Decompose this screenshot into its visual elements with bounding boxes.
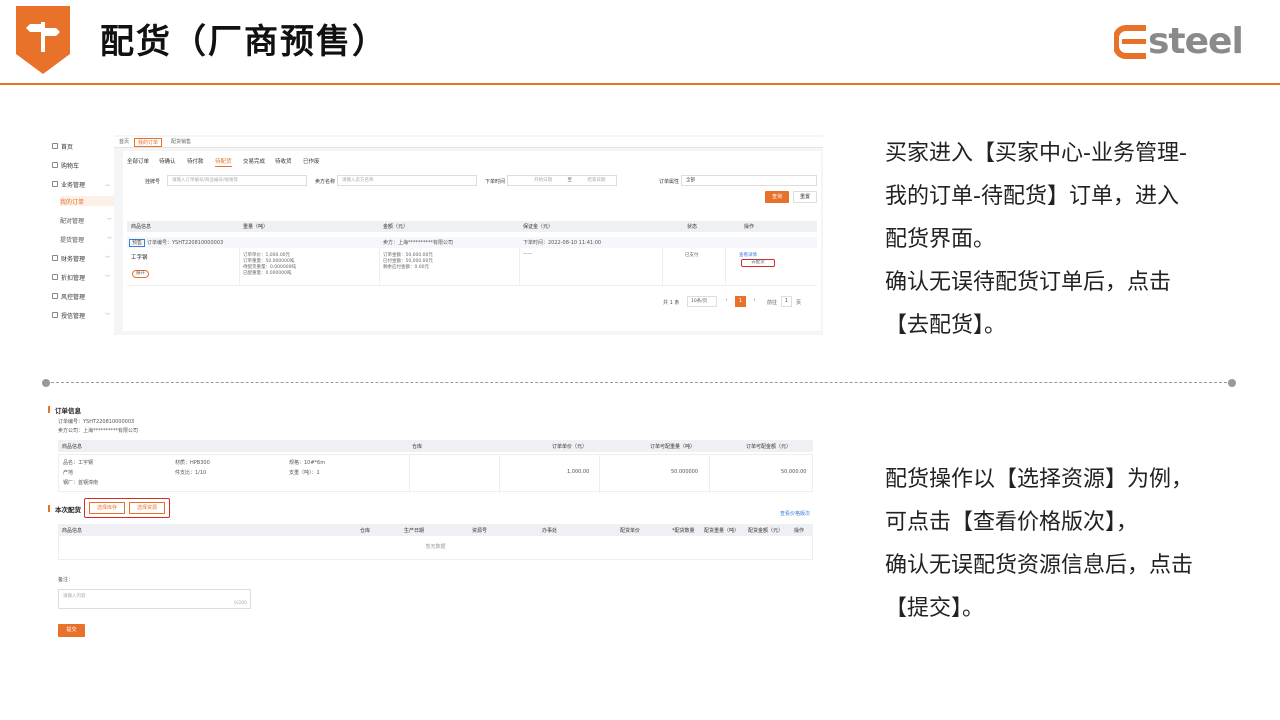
screenshot-allocation: 订单信息 订单编号：YSHT220810000003 卖方公司：上海******… — [48, 396, 818, 644]
page-1-button[interactable]: 1 — [735, 296, 746, 307]
description-2: 配货操作以【选择资源】为例， 可点击【查看价格版次】， 确认无误配货资源信息后，… — [885, 467, 1194, 621]
credit-icon — [52, 312, 58, 318]
sidebar-item-my-orders[interactable]: 我的订单 — [60, 196, 114, 206]
sidebar-item-finance[interactable]: 财务管理 ﹀ — [52, 253, 112, 263]
deposit-value: —— — [523, 252, 532, 257]
separator-dot-left — [42, 379, 50, 387]
note-label: 备注： — [58, 577, 74, 583]
note-counter: 0/200 — [234, 601, 247, 606]
seller-company: 卖方公司：上海**********有限公司 — [58, 428, 139, 434]
product-table-header: 商品信息 仓库 订单单价（元） 订单可配重量（吨） 订单可配金额（元） — [58, 440, 813, 452]
date-range-input[interactable]: 开始日期 至 结束日期 — [507, 175, 617, 186]
allocation-title: 本次配货 — [48, 504, 81, 514]
status-value: 已支付 — [685, 253, 699, 258]
page-tabs: 首页 我的订单 配货销售 — [114, 137, 823, 148]
chevron-down-icon: ﹀ — [104, 274, 110, 281]
chevron-down-icon: ﹀ — [106, 236, 112, 243]
sidebar-item-pairing[interactable]: 配对管理 ﹀ — [60, 215, 114, 225]
seller-input[interactable]: 请输入卖方名称 — [337, 175, 477, 186]
chevron-up-icon: ︿ — [104, 181, 110, 188]
select-stock-button[interactable]: 选择库存 — [89, 502, 125, 514]
allocation-table-header: 商品信息 仓库 生产日期 资源号 办事处 配货单价 *配货数量 配货重量（吨） … — [58, 524, 813, 536]
page-size-select[interactable]: 10条/页 — [687, 296, 717, 307]
tab-allocation[interactable]: 配货销售 — [168, 138, 194, 147]
product-name: 工字钢 — [131, 255, 148, 261]
sidebar-item-cart[interactable]: 购物车 — [52, 160, 112, 170]
empty-state: 暂无数据 — [58, 536, 813, 560]
separator-dot-right — [1228, 379, 1236, 387]
sidebar-item-home[interactable]: 首页 — [52, 141, 112, 151]
select-buttons-highlight: 选择库存 选择资源 — [84, 498, 170, 518]
view-details-link[interactable]: 查看详情 — [739, 252, 757, 258]
go-allocate-link[interactable]: 去配货 — [741, 259, 775, 267]
sidebar-item-business[interactable]: 业务管理 ︿ — [52, 179, 112, 189]
order-info-title: 订单信息 — [48, 405, 81, 415]
dashed-separator — [46, 382, 1232, 383]
goto-page-input[interactable]: 1 — [781, 296, 792, 307]
description-1: 买家进入【买家中心-业务管理- 我的订单-待配货】订单，进入 配货界面。 确认无… — [885, 141, 1187, 338]
listing-no-label: 挂牌号 — [145, 179, 161, 185]
reset-button[interactable]: 重置 — [793, 191, 817, 203]
price-version-link[interactable]: 查看价格版次 — [780, 510, 810, 517]
order-panel: 全部订单 待确认 待付款 待配货 交易完成 待收货 已作废 挂牌号 请输入订单编… — [123, 151, 821, 331]
seller-label: 卖方名称 — [315, 179, 336, 185]
order-seller: 卖方：上海**********有限公司 — [383, 240, 454, 246]
table-header: 商品信息 重量（吨） 金额（元） 保证金（元） 状态 操作 — [127, 221, 817, 232]
select-resource-button[interactable]: 选择资源 — [129, 502, 165, 514]
subtab-to-confirm[interactable]: 待确认 — [159, 157, 176, 165]
subtab-void[interactable]: 已作废 — [303, 157, 320, 165]
note-textarea[interactable]: 请输入内容 0/200 — [58, 589, 251, 609]
chevron-down-icon: ﹀ — [104, 312, 110, 319]
tab-my-orders[interactable]: 我的订单 — [134, 138, 163, 147]
signpost-icon — [16, 6, 70, 74]
subtab-to-pay[interactable]: 待付款 — [187, 157, 204, 165]
sidebar-item-credit[interactable]: 授信管理 ﹀ — [52, 310, 112, 320]
next-page-button[interactable]: › — [749, 296, 760, 307]
subtab-to-allocate[interactable]: 待配货 — [215, 157, 232, 167]
sidebar-item-risk[interactable]: 风控管理 — [52, 291, 112, 301]
prev-page-button[interactable]: ‹ — [721, 296, 732, 307]
subtab-all[interactable]: 全部订单 — [127, 157, 149, 165]
briefcase-icon — [52, 181, 58, 187]
slide-title: 配货（厂商预售） — [100, 22, 388, 62]
order-no: 订单编号：YSHT220810000003 — [58, 419, 135, 425]
order-attr-select[interactable]: 全部 — [681, 175, 817, 186]
subtab-completed[interactable]: 交易完成 — [243, 157, 265, 165]
time-label: 下单时间 — [485, 179, 506, 185]
chevron-down-icon: ﹀ — [106, 217, 112, 224]
slide-header: 配货（厂商预售） steel — [0, 0, 1280, 86]
tab-home[interactable]: 首页 — [116, 138, 132, 147]
subtab-to-receive[interactable]: 待收货 — [275, 157, 292, 165]
expand-button[interactable]: 展开 — [132, 270, 149, 278]
order-row-head: 预售 订单编号：YSHT220810000003 卖方：上海**********… — [127, 237, 817, 248]
logo-text: steel — [1148, 21, 1244, 62]
main-area: 首页 我的订单 配货销售 全部订单 待确认 待付款 待配货 交易完成 待收货 已… — [114, 135, 823, 335]
esteel-logo: steel — [1114, 21, 1254, 64]
sidebar-item-pickup[interactable]: 提货管理 ﹀ — [60, 234, 114, 244]
product-row: 品名：工字钢 材质：HPB300 规格：10#*6m 产地 件支比：1/10 支… — [58, 454, 813, 493]
order-time: 下单时间：2022-08-10 11:41:00 — [523, 240, 602, 246]
sidebar: 首页 购物车 业务管理 ︿ 我的订单 配对管理 ﹀ 提货管理 ﹀ 财务管理 ﹀ 折扣管理… — [48, 135, 114, 335]
shield-icon — [52, 293, 58, 299]
order-attr-label: 订单属性 — [659, 179, 680, 185]
home-icon — [52, 143, 58, 149]
submit-button[interactable]: 提交 — [58, 624, 85, 637]
order-no: 订单编号：YSHT220810000003 — [147, 240, 224, 246]
header-divider — [0, 83, 1280, 85]
listing-no-input[interactable]: 请输入订单编号/商品编号/规格等 — [167, 175, 307, 186]
wallet-icon — [52, 255, 58, 261]
presale-tag: 预售 — [129, 239, 146, 247]
cart-icon — [52, 162, 58, 168]
discount-icon — [52, 274, 58, 280]
total-count: 共 1 条 — [663, 300, 680, 306]
order-row: 工字钢 展开 订单单价：1,000.00元 订单重量：50.000000吨 待配… — [127, 248, 817, 286]
sidebar-item-discount[interactable]: 折扣管理 ﹀ — [52, 272, 112, 282]
search-button[interactable]: 查询 — [765, 191, 789, 203]
logo-e-icon — [1114, 25, 1146, 59]
chevron-down-icon: ﹀ — [104, 255, 110, 262]
screenshot-order-list: 首页 购物车 业务管理 ︿ 我的订单 配对管理 ﹀ 提货管理 ﹀ 财务管理 ﹀ 折扣管理… — [48, 135, 823, 335]
